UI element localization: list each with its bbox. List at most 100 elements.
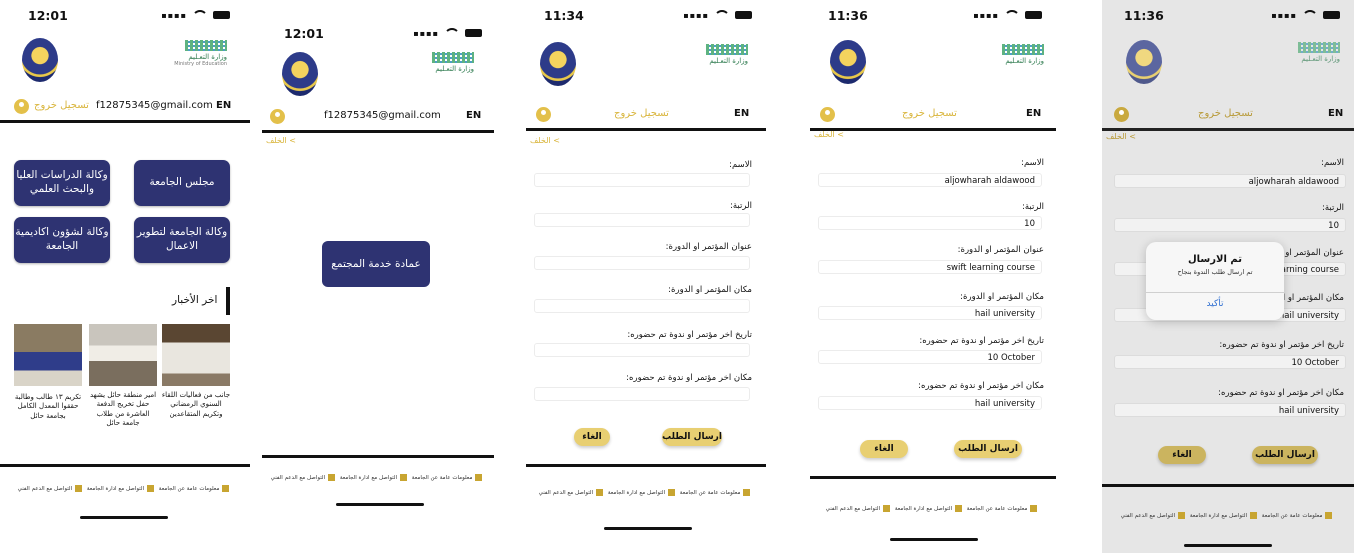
- rank-field[interactable]: 10: [1114, 218, 1346, 232]
- news-caption-2[interactable]: امير منطقة حائل يشهد حفل تخريج الدفعة ال…: [88, 391, 158, 429]
- avatar-icon[interactable]: [536, 107, 551, 122]
- home-indicator: [336, 503, 424, 506]
- footer-link-support[interactable]: التواصل مع الدعم الفني: [18, 486, 72, 492]
- language-toggle[interactable]: EN: [734, 108, 749, 119]
- alert-confirm-button[interactable]: تأكيد: [1146, 299, 1284, 309]
- rank-label: الرتبة:: [1022, 202, 1044, 212]
- rank-field[interactable]: [534, 213, 750, 227]
- avatar-icon[interactable]: [270, 109, 285, 124]
- footer-link-admin[interactable]: التواصل مع ادارة الجامعة: [608, 490, 665, 496]
- wifi-icon: [444, 28, 460, 38]
- name-field[interactable]: [534, 173, 750, 187]
- logout-link[interactable]: تسجيل خروج: [614, 108, 669, 119]
- submit-button[interactable]: ارسال الطلب: [954, 440, 1022, 458]
- footer-link-admin[interactable]: التواصل مع ادارة الجامعة: [895, 506, 952, 512]
- ministry-logo: وزارة التعـليم: [982, 44, 1044, 70]
- news-image-1[interactable]: [14, 324, 82, 386]
- submit-button[interactable]: ارسال الطلب: [662, 428, 722, 446]
- footer-link-support[interactable]: التواصل مع الدعم الفني: [271, 475, 325, 481]
- status-icons: ▪▪▪▪: [683, 10, 752, 20]
- footer-link-general[interactable]: معلومات عامة عن الجامعة: [1262, 513, 1323, 519]
- footer-link-general[interactable]: معلومات عامة عن الجامعة: [680, 490, 741, 496]
- account-bar: تسجيل خروج EN: [810, 104, 1056, 131]
- course-location-label: مكان المؤتمر او الدورة:: [960, 292, 1044, 302]
- back-link[interactable]: الخلف <: [530, 136, 560, 145]
- screen-form-filled: 11:36 ▪▪▪▪ وزارة التعـليم تسجيل خروج EN …: [810, 0, 1056, 553]
- footer-link-support[interactable]: التواصل مع الدعم الفني: [539, 490, 593, 496]
- ministry-name: وزارة التعـليم: [1301, 55, 1340, 63]
- last-event-place-label: مكان اخر مؤتمر او ندوة تم حضوره:: [1218, 388, 1344, 398]
- business-development-button[interactable]: وكالة الجامعة لتطوير الاعمال: [134, 217, 230, 263]
- cancel-button[interactable]: الغاء: [860, 440, 908, 458]
- course-location-field[interactable]: [534, 299, 750, 313]
- footer-link-general[interactable]: معلومات عامة عن الجامعة: [412, 475, 473, 481]
- language-toggle[interactable]: EN: [1328, 108, 1343, 119]
- language-toggle[interactable]: EN: [216, 100, 231, 111]
- footer-link-admin[interactable]: التواصل مع ادارة الجامعة: [87, 486, 144, 492]
- avatar-icon[interactable]: [820, 107, 835, 122]
- last-event-place-field[interactable]: [534, 387, 750, 401]
- academic-affairs-button[interactable]: وكالة لشؤون اكاديمية الجامعة: [14, 217, 110, 263]
- news-image-2[interactable]: [89, 324, 157, 386]
- avatar-icon[interactable]: [14, 99, 29, 114]
- footer-divider: [526, 464, 766, 467]
- name-field[interactable]: aljowharah aldawood: [1114, 174, 1346, 188]
- last-event-date-field[interactable]: 10 October: [818, 350, 1042, 364]
- footer-link-admin[interactable]: التواصل مع ادارة الجامعة: [1190, 513, 1247, 519]
- community-service-button[interactable]: عمادة خدمة المجتمع: [322, 241, 430, 287]
- course-title-field[interactable]: swift learning course: [818, 260, 1042, 274]
- cancel-button[interactable]: الغاء: [574, 428, 610, 446]
- ministry-name: وزارة التعـليم: [709, 57, 748, 65]
- language-toggle[interactable]: EN: [1026, 108, 1041, 119]
- status-bar: 11:36 ▪▪▪▪: [810, 0, 1056, 30]
- signal-icon: ▪▪▪▪: [413, 28, 439, 38]
- rank-field[interactable]: 10: [818, 216, 1042, 230]
- news-caption-1[interactable]: تكريم ١٣ طالب وطالبة حققوا المعدل الكامل…: [13, 393, 83, 421]
- home-indicator: [604, 527, 692, 530]
- submit-button[interactable]: ارسال الطلب: [1252, 446, 1318, 464]
- last-event-place-label: مكان اخر مؤتمر او ندوة تم حضوره:: [626, 373, 752, 383]
- back-link[interactable]: الخلف <: [814, 130, 844, 139]
- status-time: 11:36: [1124, 8, 1164, 23]
- cancel-button[interactable]: الغاء: [1158, 446, 1206, 464]
- last-event-date-field[interactable]: 10 October: [1114, 355, 1346, 369]
- status-time: 12:01: [28, 8, 68, 23]
- last-event-date-field[interactable]: [534, 343, 750, 357]
- logout-link[interactable]: تسجيل خروج: [34, 100, 89, 111]
- status-time: 11:34: [544, 8, 584, 23]
- name-field[interactable]: aljowharah aldawood: [818, 173, 1042, 187]
- success-alert: تم الارسال تم ارسال طلب الندوة بنجاح تأك…: [1146, 242, 1284, 320]
- footer-link-admin[interactable]: التواصل مع ادارة الجامعة: [340, 475, 397, 481]
- footer-link-general[interactable]: معلومات عامة عن الجامعة: [159, 486, 220, 492]
- university-logo: [830, 40, 866, 84]
- university-council-button[interactable]: مجلس الجامعة: [134, 160, 230, 206]
- last-event-place-field[interactable]: hail university: [1114, 403, 1346, 417]
- screen-home: 12:01 ▪▪▪▪ وزارة التعـليم Ministry of Ed…: [0, 0, 250, 553]
- footer-link-general[interactable]: معلومات عامة عن الجامعة: [967, 506, 1028, 512]
- footer-link-support[interactable]: التواصل مع الدعم الفني: [1121, 513, 1175, 519]
- avatar-icon[interactable]: [1114, 107, 1129, 122]
- news-image-3[interactable]: [162, 324, 230, 386]
- last-event-place-field[interactable]: hail university: [818, 396, 1042, 410]
- footer-divider: [262, 455, 494, 458]
- last-event-date-label: تاريخ اخر مؤتمر او ندوة تم حضوره:: [919, 336, 1044, 346]
- graduate-studies-button[interactable]: وكالة الدراسات العليا والبحث العلمي: [14, 160, 110, 206]
- course-location-field[interactable]: hail university: [818, 306, 1042, 320]
- footer-divider: [1102, 484, 1354, 487]
- university-logo: [540, 42, 576, 86]
- back-link[interactable]: الخلف <: [1106, 132, 1136, 141]
- footer-link-support[interactable]: التواصل مع الدعم الفني: [826, 506, 880, 512]
- logout-link[interactable]: تسجيل خروج: [1198, 108, 1253, 119]
- wifi-icon: [1004, 10, 1020, 20]
- language-toggle[interactable]: EN: [466, 110, 481, 121]
- news-caption-3[interactable]: جانب من فعاليات اللقاء السنوي الرمضاني و…: [161, 391, 231, 419]
- ministry-name: وزارة التعـليم: [1005, 57, 1044, 65]
- back-link[interactable]: الخلف <: [266, 136, 296, 145]
- logout-link[interactable]: تسجيل خروج: [902, 108, 957, 119]
- screen-form-sent: 11:36 ▪▪▪▪ وزارة التعـليم تسجيل خروج EN …: [1102, 0, 1354, 553]
- course-title-field[interactable]: [534, 256, 750, 270]
- wifi-icon: [1302, 10, 1318, 20]
- ministry-logo: وزارة التعـليم Ministry of Education: [165, 40, 227, 67]
- signal-icon: ▪▪▪▪: [683, 10, 709, 20]
- last-event-date-label: تاريخ اخر مؤتمر او ندوة تم حضوره:: [1219, 340, 1344, 350]
